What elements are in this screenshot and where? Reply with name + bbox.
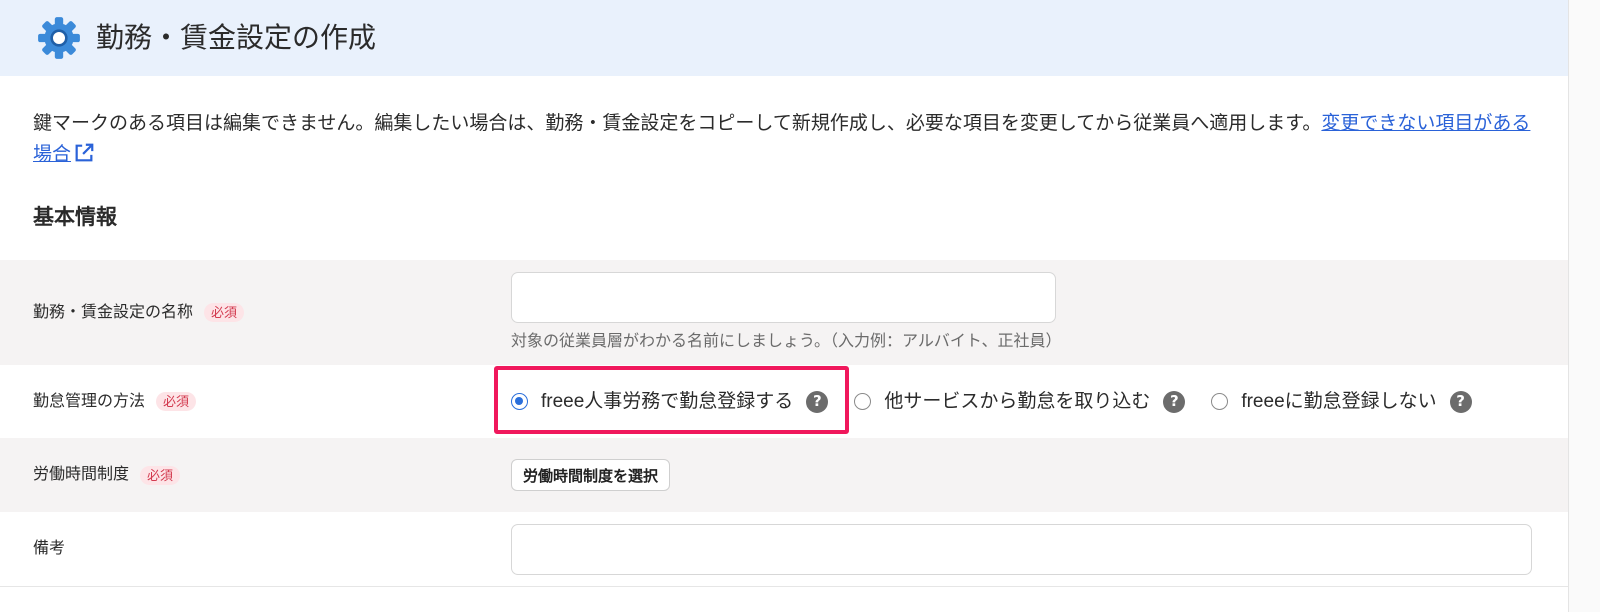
radio-option-label[interactable]: freeeに勤怠登録しない (1241, 390, 1436, 414)
working-time-system-label: 労働時間制度 (33, 466, 130, 483)
remarks-field (511, 523, 1568, 575)
page: 勤務・賃金設定の作成 鍵マークのある項目は編集できません。編集したい場合は、勤務… (0, 0, 1568, 612)
form-row-attendance-method: 勤怠管理の方法 必須 freee人事労務で勤怠登録する 他サービスから勤怠を取り… (0, 365, 1568, 438)
external-link-icon[interactable] (73, 142, 95, 164)
required-badge: 必須 (140, 465, 181, 485)
form-row-remarks: 備考 (0, 512, 1568, 587)
vertical-scrollbar[interactable] (1568, 0, 1600, 612)
edit-notice: 鍵マークのある項目は編集できません。編集したい場合は、勤務・賃金設定をコピーして… (33, 108, 1533, 170)
field-label-remarks: 備考 (0, 538, 511, 560)
attendance-method-label: 勤怠管理の方法 (33, 392, 146, 410)
setting-name-label: 勤務・賃金設定の名称 (33, 303, 194, 321)
remarks-textarea[interactable] (511, 523, 1532, 575)
select-working-time-system-button[interactable]: 労働時間制度を選択 (511, 459, 671, 491)
setting-name-hint: 対象の従業員層がわかる名前にしましょう。（入力例：アルバイト、正社員） (511, 333, 1062, 350)
page-title: 勤務・賃金設定の作成 (96, 22, 377, 53)
setting-name-input[interactable] (511, 272, 1056, 323)
radio-option-import-attendance[interactable]: 他サービスから勤怠を取り込む (854, 390, 1186, 414)
radio-option-label[interactable]: 他サービスから勤怠を取り込む (884, 390, 1150, 414)
radio-option-no-attendance[interactable]: freeeに勤怠登録しない (1211, 390, 1472, 414)
field-label-attendance-method: 勤怠管理の方法 必須 (0, 391, 511, 413)
notice-text: 鍵マークのある項目は編集できません。編集したい場合は、勤務・賃金設定をコピーして… (33, 113, 1322, 134)
required-badge: 必須 (156, 392, 197, 411)
radio-option-freee-attendance[interactable]: freee人事労務で勤怠登録する (511, 390, 829, 414)
radio-option-label[interactable]: freee人事労務で勤怠登録する (541, 390, 793, 414)
question-icon[interactable] (806, 390, 829, 413)
page-header: 勤務・賃金設定の作成 (0, 0, 1568, 76)
basic-info-form: 勤務・賃金設定の名称 必須 対象の従業員層がわかる名前にしましょう。（入力例：ア… (0, 260, 1568, 587)
required-badge: 必須 (204, 303, 245, 322)
field-label-working-time-system: 労働時間制度 必須 (0, 464, 511, 486)
radio-button[interactable] (1211, 393, 1229, 410)
question-icon[interactable] (1449, 390, 1472, 413)
remarks-label: 備考 (33, 540, 66, 557)
radio-button[interactable] (511, 393, 528, 410)
working-time-system-field: 労働時間制度を選択 (511, 459, 1568, 491)
attendance-method-radio-group: freee人事労務で勤怠登録する 他サービスから勤怠を取り込む freeeに勤怠… (511, 390, 1568, 414)
form-row-setting-name: 勤務・賃金設定の名称 必須 対象の従業員層がわかる名前にしましょう。（入力例：ア… (0, 260, 1568, 365)
question-icon[interactable] (1163, 390, 1186, 413)
form-row-working-time-system: 労働時間制度 必須 労働時間制度を選択 (0, 438, 1568, 512)
section-title-basic-info: 基本情報 (33, 206, 117, 229)
radio-button[interactable] (854, 393, 872, 410)
field-label-setting-name: 勤務・賃金設定の名称 必須 (0, 302, 511, 324)
setting-name-field: 対象の従業員層がわかる名前にしましょう。（入力例：アルバイト、正社員） (511, 272, 1568, 353)
gear-icon (38, 17, 80, 59)
